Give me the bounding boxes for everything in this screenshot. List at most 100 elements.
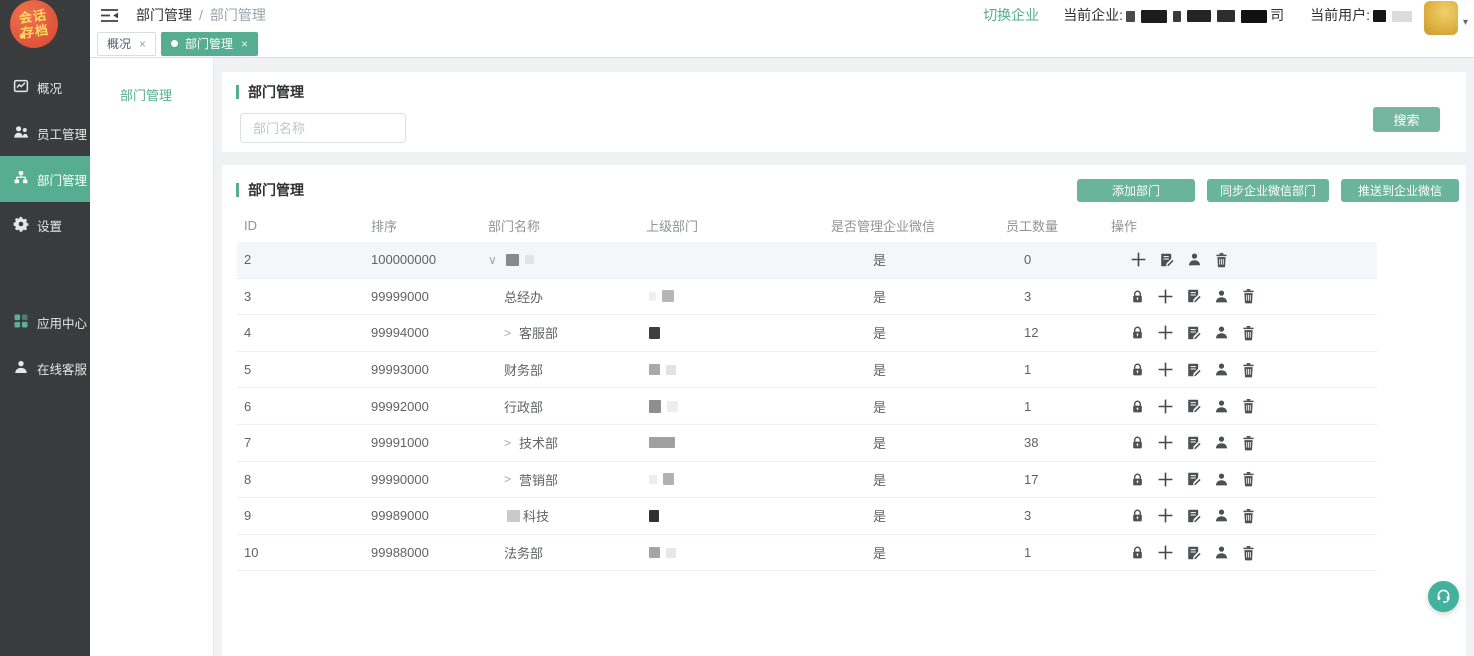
sidebar-item-departments[interactable]: 部门管理 (0, 156, 90, 202)
members-icon[interactable] (1214, 399, 1229, 414)
cell-employee-count: 12 (999, 325, 1104, 340)
cell-wecom-managed: 是 (824, 470, 999, 489)
edit-icon[interactable] (1186, 288, 1202, 304)
delete-icon[interactable] (1241, 362, 1256, 378)
submenu-item-departments[interactable]: 部门管理 (90, 85, 213, 104)
name-redacted-marks (503, 254, 537, 266)
edit-icon[interactable] (1186, 398, 1202, 414)
add-child-icon[interactable] (1157, 544, 1174, 561)
current-user-label: 当前用户: (1310, 5, 1370, 25)
cell-actions (1104, 471, 1377, 488)
lock-icon[interactable] (1130, 362, 1145, 377)
add-child-icon[interactable] (1157, 398, 1174, 415)
add-child-icon[interactable] (1157, 324, 1174, 341)
add-child-icon[interactable] (1130, 251, 1147, 268)
members-icon[interactable] (1214, 362, 1229, 377)
edit-icon[interactable] (1186, 508, 1202, 524)
sidebar-item-label: 应用中心 (37, 313, 87, 332)
edit-icon[interactable] (1186, 325, 1202, 341)
edit-icon[interactable] (1186, 471, 1202, 487)
delete-icon[interactable] (1214, 252, 1229, 268)
sidebar-item-online-service[interactable]: 在线客服 (0, 345, 90, 391)
lock-icon[interactable] (1130, 289, 1145, 304)
avatar[interactable] (1424, 1, 1458, 35)
app-logo: 会话 存档 (0, 0, 90, 60)
cell-id: 5 (237, 362, 364, 377)
close-icon[interactable]: × (241, 37, 248, 51)
delete-icon[interactable] (1241, 288, 1256, 304)
cell-actions (1104, 507, 1377, 524)
members-icon[interactable] (1214, 289, 1229, 304)
lock-icon[interactable] (1130, 472, 1145, 487)
breadcrumb-current: 部门管理 (210, 5, 266, 25)
add-department-button[interactable]: 添加部门 (1077, 179, 1195, 202)
tree-caret-icon[interactable]: > (504, 436, 513, 450)
cell-sort: 99988000 (364, 545, 481, 560)
department-name-input[interactable] (240, 113, 406, 143)
cell-id: 4 (237, 325, 364, 340)
lock-icon[interactable] (1130, 399, 1145, 414)
sidebar-item-settings[interactable]: 设置 (0, 202, 90, 248)
department-name: 法务部 (504, 543, 543, 562)
delete-icon[interactable] (1241, 398, 1256, 414)
delete-icon[interactable] (1241, 325, 1256, 341)
logo-text-bottom: 存档 (20, 22, 50, 41)
company-name-redacted (1123, 7, 1270, 22)
close-icon[interactable]: × (139, 37, 146, 51)
parent-redacted-marks (646, 364, 679, 375)
members-icon[interactable] (1214, 472, 1229, 487)
tree-caret-icon[interactable]: ∨ (488, 253, 497, 267)
push-to-wecom-button[interactable]: 推送到企业微信 (1341, 179, 1459, 202)
table-header-row: ID 排序 部门名称 上级部门 是否管理企业微信 员工数量 操作 (237, 208, 1377, 242)
cell-wecom-managed: 是 (824, 433, 999, 452)
tab-overview[interactable]: 概况 × (97, 32, 156, 56)
department-name: 总经办 (504, 287, 543, 306)
add-child-icon[interactable] (1157, 507, 1174, 524)
parent-redacted-marks (646, 327, 663, 339)
menu-fold-icon[interactable] (100, 8, 119, 23)
table-row: 10 99988000 法务部 是 1 (237, 535, 1377, 572)
cell-name: > 技术部 (481, 433, 639, 452)
members-icon[interactable] (1187, 252, 1202, 267)
members-icon[interactable] (1214, 508, 1229, 523)
table-toolbar: 添加部门 同步企业微信部门 推送到企业微信 (1077, 179, 1459, 202)
members-icon[interactable] (1214, 435, 1229, 450)
lock-icon[interactable] (1130, 325, 1145, 340)
lock-icon[interactable] (1130, 508, 1145, 523)
sidebar-item-employees[interactable]: 员工管理 (0, 110, 90, 156)
tab-departments[interactable]: 部门管理 × (161, 32, 258, 56)
tree-caret-icon[interactable]: > (504, 326, 513, 340)
members-icon[interactable] (1214, 545, 1229, 560)
add-child-icon[interactable] (1157, 288, 1174, 305)
edit-icon[interactable] (1159, 252, 1175, 268)
delete-icon[interactable] (1241, 435, 1256, 451)
chevron-down-icon[interactable]: ▾ (1463, 17, 1468, 28)
sidebar-item-label: 部门管理 (37, 170, 87, 189)
edit-icon[interactable] (1186, 545, 1202, 561)
delete-icon[interactable] (1241, 508, 1256, 524)
cell-name: > 营销部 (481, 470, 639, 489)
cell-wecom-managed: 是 (824, 543, 999, 562)
delete-icon[interactable] (1241, 545, 1256, 561)
add-child-icon[interactable] (1157, 361, 1174, 378)
lock-icon[interactable] (1130, 435, 1145, 450)
edit-icon[interactable] (1186, 435, 1202, 451)
breadcrumb-section[interactable]: 部门管理 (136, 5, 192, 25)
apps-icon (13, 313, 37, 332)
delete-icon[interactable] (1241, 471, 1256, 487)
departments-table: ID 排序 部门名称 上级部门 是否管理企业微信 员工数量 操作 2 10000… (237, 208, 1377, 571)
add-child-icon[interactable] (1157, 471, 1174, 488)
cell-employee-count: 3 (999, 508, 1104, 523)
edit-icon[interactable] (1186, 362, 1202, 378)
add-child-icon[interactable] (1157, 434, 1174, 451)
sidebar-item-app-center[interactable]: 应用中心 (0, 299, 90, 345)
sync-wecom-departments-button[interactable]: 同步企业微信部门 (1207, 179, 1329, 202)
customer-service-button[interactable] (1428, 581, 1459, 612)
switch-company-link[interactable]: 切换企业 (983, 5, 1039, 25)
sidebar-item-overview[interactable]: 概况 (0, 64, 90, 110)
lock-icon[interactable] (1130, 545, 1145, 560)
search-button[interactable]: 搜索 (1373, 107, 1440, 132)
cell-wecom-managed: 是 (824, 397, 999, 416)
members-icon[interactable] (1214, 325, 1229, 340)
tree-caret-icon[interactable]: > (504, 472, 513, 486)
